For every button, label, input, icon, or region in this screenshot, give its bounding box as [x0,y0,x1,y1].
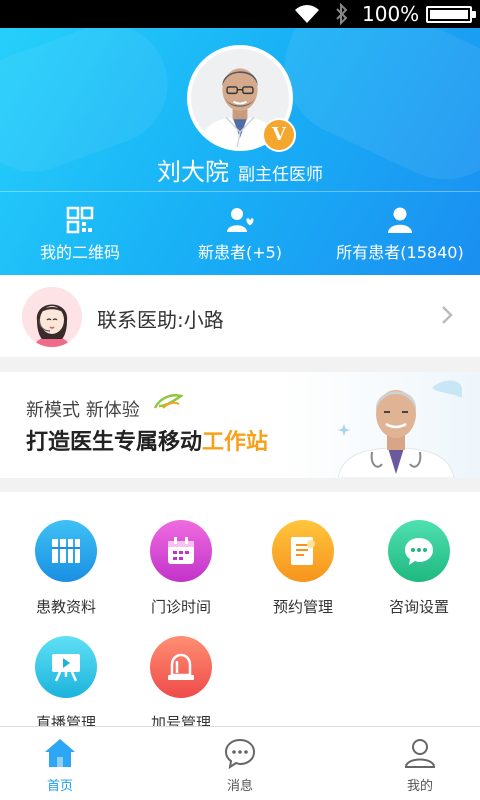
all-patients-label: 所有患者(15840) [336,243,464,262]
chat-bubble-icon [388,520,450,582]
bottom-navigation: 首页 消息 我的 [0,726,480,800]
tab-messages-label: 消息 [226,779,253,794]
new-patient-label: 新患者(+5) [197,243,283,262]
message-icon [224,738,256,769]
qr-code-icon [66,206,94,234]
live-board-icon [35,636,97,698]
banner-title-prefix: 打造医生专属移动 [26,430,203,455]
profile-header: V 刘大院 副主任医师 我的二维码 新患者(+5) 所有患者(15840) [0,28,480,275]
qr-code-button[interactable]: 我的二维码 [0,206,160,263]
assistant-label: 联系医助:小路 [97,308,224,332]
tab-profile[interactable]: 我的 [340,737,480,794]
tab-profile-label: 我的 [406,779,433,794]
battery-icon [426,6,476,23]
doctor-title: 副主任医师 [238,165,324,185]
tab-home-label: 首页 [46,779,73,794]
bluetooth-icon [336,2,348,26]
appointment-icon [272,520,334,582]
appointment-management-button[interactable]: 预约管理 [243,520,363,617]
patient-education-button[interactable]: 患教资料 [6,520,126,617]
clinic-hours-button[interactable]: 门诊时间 [121,520,241,617]
battery-percentage: 100% [362,2,420,26]
tab-home[interactable]: 首页 [0,737,140,794]
alarm-light-icon [150,636,212,698]
header-divider [0,191,480,192]
extra-slot-management-button[interactable]: 加号管理 [121,636,241,733]
all-patients-button[interactable]: 所有患者(15840) [320,206,480,263]
live-management-button[interactable]: 直播管理 [6,636,126,733]
profile-icon [404,739,436,768]
function-grid: 患教资料 门诊时间 预约管理 咨询设置 直播管理 加号管理 [0,492,480,732]
tab-messages[interactable]: 消息 [160,737,320,794]
banner-doctor-image [337,380,462,478]
banner-title: 打造医生专属移动工作站 [26,424,268,456]
new-patient-button[interactable]: 新患者(+5) [160,206,320,263]
home-icon [45,739,75,767]
new-patient-icon [227,208,254,232]
contact-assistant-row[interactable]: 联系医助:小路 [0,275,480,357]
status-bar: 100% [0,0,480,28]
wifi-icon [295,5,319,23]
verified-badge: V [262,118,296,152]
banner-title-highlight: 工作站 [202,430,269,455]
calendar-icon [150,520,212,582]
all-patients-icon [388,207,412,233]
chevron-right-icon [442,306,453,324]
promo-banner[interactable]: 新模式 新体验 打造医生专属移动工作站 [0,372,480,478]
consultation-settings-label: 咨询设置 [388,598,449,616]
banner-subtitle: 新模式 新体验 [26,400,140,421]
doctor-info: 刘大院 副主任医师 [0,152,480,187]
appointment-management-label: 预约管理 [272,598,333,616]
assistant-avatar [22,287,82,347]
patient-education-label: 患教资料 [35,598,96,616]
doctor-name: 刘大院 [156,158,229,186]
leaf-icon [153,394,183,409]
books-icon [35,520,97,582]
clinic-hours-label: 门诊时间 [150,598,211,616]
qr-code-label: 我的二维码 [39,243,120,262]
consultation-settings-button[interactable]: 咨询设置 [359,520,479,617]
